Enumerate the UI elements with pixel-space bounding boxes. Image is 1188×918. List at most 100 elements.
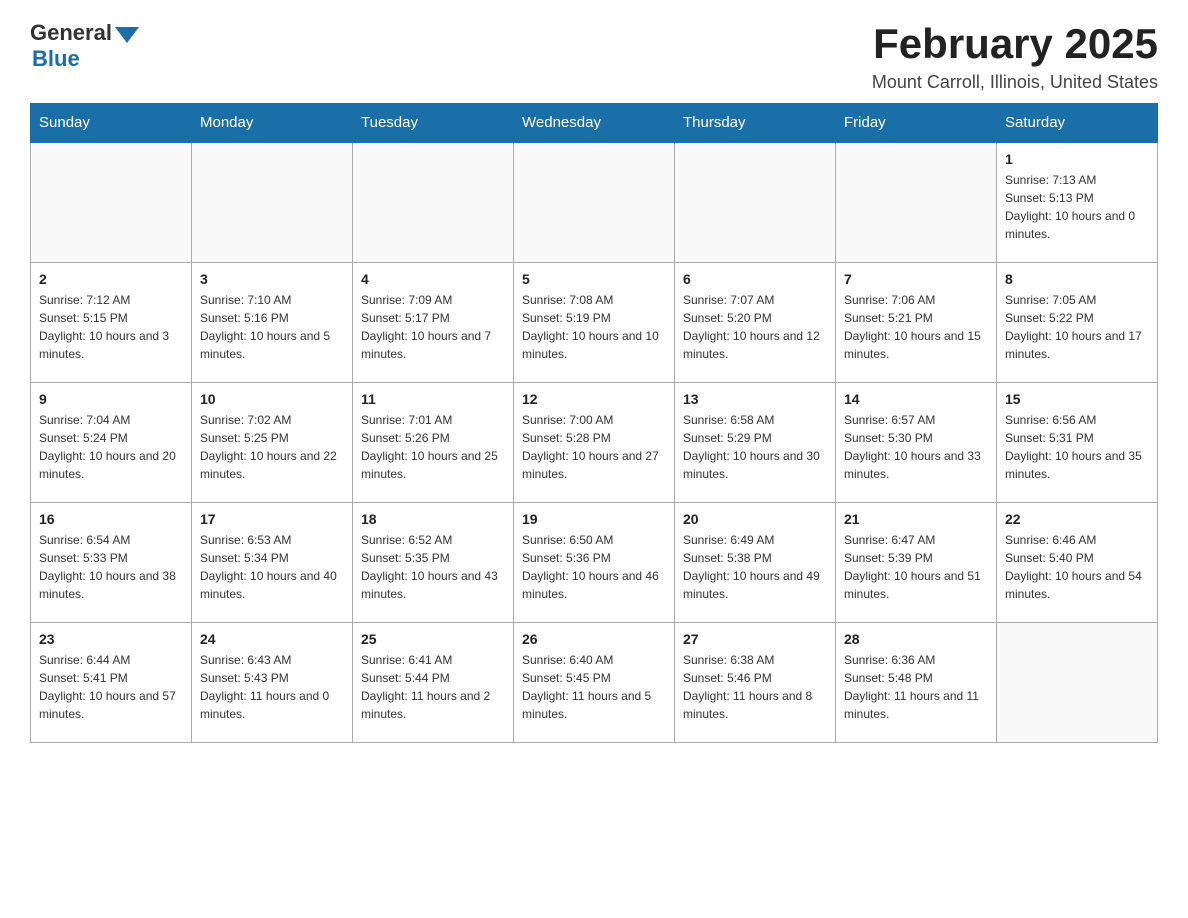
day-info: Sunrise: 7:13 AMSunset: 5:13 PMDaylight:… (1005, 171, 1149, 243)
header-thursday: Thursday (675, 104, 836, 143)
header-saturday: Saturday (997, 104, 1158, 143)
week-row-1: 2 Sunrise: 7:12 AMSunset: 5:15 PMDaylight… (31, 262, 1158, 382)
day-number: 10 (200, 391, 344, 407)
day-info: Sunrise: 6:54 AMSunset: 5:33 PMDaylight:… (39, 531, 183, 603)
day-number: 9 (39, 391, 183, 407)
day-info: Sunrise: 7:02 AMSunset: 5:25 PMDaylight:… (200, 411, 344, 483)
cell-week3-day5: 21 Sunrise: 6:47 AMSunset: 5:39 PMDayligh… (836, 502, 997, 622)
cell-week3-day1: 17 Sunrise: 6:53 AMSunset: 5:34 PMDayligh… (192, 502, 353, 622)
day-info: Sunrise: 6:44 AMSunset: 5:41 PMDaylight:… (39, 651, 183, 723)
cell-week3-day2: 18 Sunrise: 6:52 AMSunset: 5:35 PMDayligh… (353, 502, 514, 622)
day-number: 18 (361, 511, 505, 527)
day-info: Sunrise: 6:57 AMSunset: 5:30 PMDaylight:… (844, 411, 988, 483)
cell-week1-day6: 8 Sunrise: 7:05 AMSunset: 5:22 PMDaylight… (997, 262, 1158, 382)
day-info: Sunrise: 7:00 AMSunset: 5:28 PMDaylight:… (522, 411, 666, 483)
header-sunday: Sunday (31, 104, 192, 143)
day-info: Sunrise: 6:38 AMSunset: 5:46 PMDaylight:… (683, 651, 827, 723)
day-info: Sunrise: 6:53 AMSunset: 5:34 PMDaylight:… (200, 531, 344, 603)
cell-week2-day1: 10 Sunrise: 7:02 AMSunset: 5:25 PMDayligh… (192, 382, 353, 502)
day-number: 27 (683, 631, 827, 647)
day-number: 26 (522, 631, 666, 647)
header-friday: Friday (836, 104, 997, 143)
week-row-2: 9Sunrise: 7:04 AMSunset: 5:24 PMDaylight… (31, 382, 1158, 502)
cell-week3-day3: 19Sunrise: 6:50 AMSunset: 5:36 PMDayligh… (514, 502, 675, 622)
week-row-4: 23 Sunrise: 6:44 AMSunset: 5:41 PMDayligh… (31, 622, 1158, 742)
day-number: 19 (522, 511, 666, 527)
day-info: Sunrise: 7:12 AMSunset: 5:15 PMDaylight:… (39, 291, 183, 363)
day-info: Sunrise: 7:05 AMSunset: 5:22 PMDaylight:… (1005, 291, 1149, 363)
cell-week0-day6: 1 Sunrise: 7:13 AMSunset: 5:13 PMDaylight… (997, 142, 1158, 262)
day-info: Sunrise: 7:01 AMSunset: 5:26 PMDaylight:… (361, 411, 505, 483)
cell-week0-day0 (31, 142, 192, 262)
cell-week0-day2 (353, 142, 514, 262)
day-number: 11 (361, 391, 505, 407)
day-number: 20 (683, 511, 827, 527)
cell-week0-day4 (675, 142, 836, 262)
cell-week0-day3 (514, 142, 675, 262)
day-info: Sunrise: 7:07 AMSunset: 5:20 PMDaylight:… (683, 291, 827, 363)
cell-week3-day4: 20 Sunrise: 6:49 AMSunset: 5:38 PMDayligh… (675, 502, 836, 622)
cell-week1-day5: 7 Sunrise: 7:06 AMSunset: 5:21 PMDaylight… (836, 262, 997, 382)
day-number: 13 (683, 391, 827, 407)
cell-week3-day6: 22 Sunrise: 6:46 AMSunset: 5:40 PMDayligh… (997, 502, 1158, 622)
cell-week2-day2: 11 Sunrise: 7:01 AMSunset: 5:26 PMDayligh… (353, 382, 514, 502)
cell-week0-day1 (192, 142, 353, 262)
logo-blue-text: Blue (32, 46, 80, 71)
day-info: Sunrise: 7:06 AMSunset: 5:21 PMDaylight:… (844, 291, 988, 363)
cell-week4-day2: 25 Sunrise: 6:41 AMSunset: 5:44 PMDayligh… (353, 622, 514, 742)
day-number: 23 (39, 631, 183, 647)
cell-week2-day4: 13Sunrise: 6:58 AMSunset: 5:29 PMDayligh… (675, 382, 836, 502)
cell-week2-day3: 12 Sunrise: 7:00 AMSunset: 5:28 PMDayligh… (514, 382, 675, 502)
day-number: 14 (844, 391, 988, 407)
title-section: February 2025 Mount Carroll, Illinois, U… (872, 20, 1158, 93)
day-info: Sunrise: 6:56 AMSunset: 5:31 PMDaylight:… (1005, 411, 1149, 483)
header-tuesday: Tuesday (353, 104, 514, 143)
cell-week3-day0: 16Sunrise: 6:54 AMSunset: 5:33 PMDayligh… (31, 502, 192, 622)
day-info: Sunrise: 6:52 AMSunset: 5:35 PMDaylight:… (361, 531, 505, 603)
day-number: 5 (522, 271, 666, 287)
cell-week0-day5 (836, 142, 997, 262)
cell-week4-day0: 23 Sunrise: 6:44 AMSunset: 5:41 PMDayligh… (31, 622, 192, 742)
day-info: Sunrise: 7:09 AMSunset: 5:17 PMDaylight:… (361, 291, 505, 363)
day-number: 2 (39, 271, 183, 287)
day-number: 17 (200, 511, 344, 527)
day-number: 12 (522, 391, 666, 407)
day-info: Sunrise: 6:46 AMSunset: 5:40 PMDaylight:… (1005, 531, 1149, 603)
day-info: Sunrise: 7:08 AMSunset: 5:19 PMDaylight:… (522, 291, 666, 363)
day-number: 22 (1005, 511, 1149, 527)
cell-week1-day0: 2 Sunrise: 7:12 AMSunset: 5:15 PMDaylight… (31, 262, 192, 382)
cell-week1-day4: 6Sunrise: 7:07 AMSunset: 5:20 PMDaylight… (675, 262, 836, 382)
cell-week4-day1: 24Sunrise: 6:43 AMSunset: 5:43 PMDayligh… (192, 622, 353, 742)
week-row-0: 1 Sunrise: 7:13 AMSunset: 5:13 PMDaylight… (31, 142, 1158, 262)
calendar-title: February 2025 (872, 20, 1158, 68)
day-number: 7 (844, 271, 988, 287)
page-header: General Blue February 2025 Mount Carroll… (30, 20, 1158, 93)
cell-week1-day1: 3 Sunrise: 7:10 AMSunset: 5:16 PMDaylight… (192, 262, 353, 382)
day-info: Sunrise: 6:49 AMSunset: 5:38 PMDaylight:… (683, 531, 827, 603)
day-number: 15 (1005, 391, 1149, 407)
day-number: 25 (361, 631, 505, 647)
logo-arrow-icon (115, 27, 139, 43)
cell-week4-day4: 27 Sunrise: 6:38 AMSunset: 5:46 PMDayligh… (675, 622, 836, 742)
cell-week2-day5: 14 Sunrise: 6:57 AMSunset: 5:30 PMDayligh… (836, 382, 997, 502)
day-info: Sunrise: 6:41 AMSunset: 5:44 PMDaylight:… (361, 651, 505, 723)
header-monday: Monday (192, 104, 353, 143)
day-number: 4 (361, 271, 505, 287)
day-number: 28 (844, 631, 988, 647)
cell-week4-day6 (997, 622, 1158, 742)
calendar-subtitle: Mount Carroll, Illinois, United States (872, 72, 1158, 93)
cell-week1-day3: 5 Sunrise: 7:08 AMSunset: 5:19 PMDaylight… (514, 262, 675, 382)
day-number: 1 (1005, 151, 1149, 167)
day-info: Sunrise: 6:47 AMSunset: 5:39 PMDaylight:… (844, 531, 988, 603)
day-number: 24 (200, 631, 344, 647)
cell-week2-day6: 15 Sunrise: 6:56 AMSunset: 5:31 PMDayligh… (997, 382, 1158, 502)
cell-week1-day2: 4 Sunrise: 7:09 AMSunset: 5:17 PMDaylight… (353, 262, 514, 382)
day-number: 3 (200, 271, 344, 287)
day-number: 8 (1005, 271, 1149, 287)
calendar-header-row: Sunday Monday Tuesday Wednesday Thursday… (31, 104, 1158, 143)
cell-week2-day0: 9Sunrise: 7:04 AMSunset: 5:24 PMDaylight… (31, 382, 192, 502)
day-info: Sunrise: 7:10 AMSunset: 5:16 PMDaylight:… (200, 291, 344, 363)
header-wednesday: Wednesday (514, 104, 675, 143)
logo: General Blue (30, 20, 139, 72)
day-number: 21 (844, 511, 988, 527)
